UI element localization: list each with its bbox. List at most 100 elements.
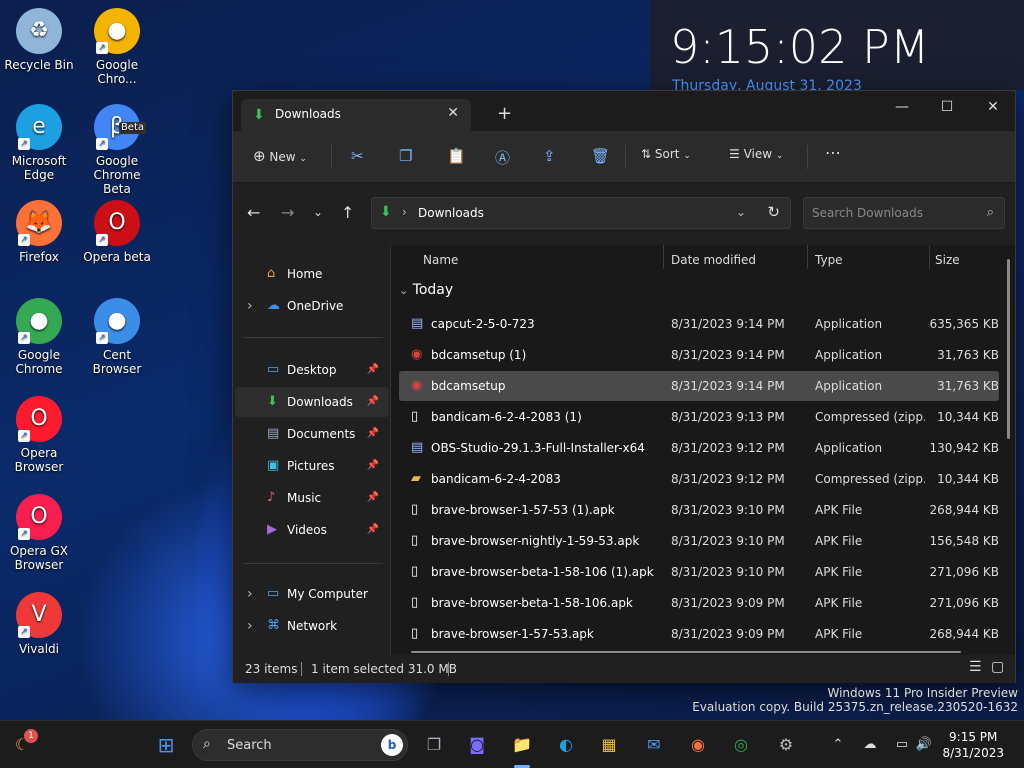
minimize-button[interactable]: — [887, 99, 917, 115]
nav-item-documents[interactable]: ▤ Documents 📌 [235, 419, 389, 449]
nav-item-network[interactable]: › ⌘ Network [235, 611, 389, 641]
desktop-icon[interactable]: V ↗ Vivaldi [0, 592, 78, 656]
mail-icon[interactable]: ✉ [642, 733, 666, 757]
recent-locations-icon[interactable]: ⌄ [313, 205, 323, 219]
desktop-icon[interactable]: O ↗ Opera Browser [0, 396, 78, 474]
desktop-icon[interactable]: ● ↗ Cent Browser [78, 298, 156, 376]
file-explorer-icon[interactable]: 📁 [510, 733, 534, 757]
desktop-icon-label: Recycle Bin [4, 58, 74, 72]
taskbar-search[interactable]: ⌕ Search b [192, 729, 408, 761]
file-date: 8/31/2023 9:14 PM [671, 379, 785, 393]
chevron-right-icon[interactable]: › [247, 579, 253, 609]
desktop-icon[interactable]: e ↗ Microsoft Edge [0, 104, 78, 182]
chrome-icon[interactable]: ◎ [729, 733, 753, 757]
file-row[interactable]: ▯ brave-browser-1-57-53.apk 8/31/2023 9:09… [399, 619, 999, 649]
maximize-button[interactable]: ☐ [932, 99, 962, 115]
desktop-icon[interactable]: ● ↗ Google Chrome [0, 298, 78, 376]
share-icon[interactable]: ⇪ [543, 147, 556, 165]
cut-icon[interactable]: ✂ [351, 147, 364, 165]
vertical-scrollbar[interactable] [1007, 259, 1010, 439]
network-icon[interactable]: ▭ [890, 733, 914, 757]
column-header-date[interactable]: Date modified [671, 245, 756, 275]
address-path[interactable]: Downloads [418, 206, 484, 220]
file-row[interactable]: ▯ brave-browser-1-57-53 (1).apk 8/31/2023 … [399, 495, 999, 525]
nav-divider [243, 563, 383, 564]
horizontal-scrollbar[interactable] [411, 651, 961, 653]
file-size: 635,365 KB [929, 317, 999, 331]
file-row[interactable]: ▯ bandicam-6-2-4-2083 (1) 8/31/2023 9:13 P… [399, 402, 999, 432]
refresh-icon[interactable]: ↻ [767, 203, 780, 221]
file-type: Application [815, 441, 883, 455]
more-options-icon[interactable]: ⋯ [825, 143, 841, 162]
delete-icon[interactable]: 🗑 [591, 147, 610, 165]
column-header-name[interactable]: Name [423, 245, 458, 275]
copy-icon[interactable]: ❐ [399, 147, 412, 165]
task-view-icon[interactable]: ❐ [422, 733, 446, 757]
volume-icon[interactable]: 🔊 [912, 733, 936, 757]
up-icon[interactable]: ↑ [341, 203, 354, 222]
start-icon[interactable]: ⊞ [154, 733, 178, 757]
forward-icon[interactable]: → [281, 203, 294, 222]
desktop-icon[interactable]: O ↗ Opera GX Browser [0, 494, 78, 572]
rename-icon[interactable]: Ⓐ [495, 147, 510, 168]
edge-icon[interactable]: ◐ [554, 733, 578, 757]
taskbar-clock[interactable]: 9:15 PM 8/31/2023 [942, 729, 1004, 761]
desktop-icon[interactable]: 🦊 ↗ Firefox [0, 200, 78, 264]
new-tab-button[interactable]: + [497, 103, 512, 124]
new-label: New [269, 150, 296, 164]
column-header-size[interactable]: Size [935, 245, 960, 275]
search-input[interactable] [804, 198, 974, 228]
nav-item-music[interactable]: ♪ Music 📌 [235, 483, 389, 513]
nav-item-videos[interactable]: ▶ Videos 📌 [235, 515, 389, 545]
desktop-icon-label: Firefox [19, 250, 59, 264]
view-button[interactable]: ☰ View ⌄ [729, 147, 783, 161]
file-row[interactable]: ▯ brave-browser-beta-1-58-106 (1).apk 8/31… [399, 557, 999, 587]
tiles-view-icon[interactable]: ▢ [991, 659, 1004, 675]
file-row[interactable]: ▰ bandicam-6-2-4-2083 8/31/2023 9:12 PM Com… [399, 464, 999, 494]
file-icon: ▯ [411, 595, 419, 610]
file-row[interactable]: ◉ bdcamsetup (1) 8/31/2023 9:14 PM Applicat… [399, 340, 999, 370]
teams-chat-icon[interactable]: ◙ [465, 733, 489, 757]
item-count: 23 items [245, 662, 298, 676]
new-button[interactable]: ⊕ New ⌄ [253, 147, 307, 165]
address-bar[interactable]: ⬇ › Downloads ⌄ ↻ [371, 197, 791, 229]
desktop-icon[interactable]: ♻ Recycle Bin [0, 8, 78, 72]
close-tab-icon[interactable]: ✕ [447, 105, 459, 121]
search-box[interactable]: ⌕ [803, 197, 1005, 229]
column-header-type[interactable]: Type [815, 245, 843, 275]
chevron-right-icon[interactable]: › [247, 291, 253, 321]
chevron-up-icon[interactable]: ⌃ [826, 733, 850, 757]
chevron-down-icon[interactable]: ⌄ [736, 205, 746, 219]
nav-item-home[interactable]: ⌂ Home [235, 259, 389, 289]
nav-label: Documents [287, 427, 356, 441]
desktop-icon[interactable]: O ↗ Opera beta [78, 200, 156, 264]
file-name: brave-browser-1-57-53 (1).apk [431, 503, 615, 517]
paste-icon[interactable]: 📋 [447, 147, 466, 165]
desktop-icon[interactable]: ● ↗ Google Chro... [78, 8, 156, 86]
close-window-button[interactable]: ✕ [978, 99, 1008, 115]
file-row[interactable]: ▤ capcut-2-5-0-723 8/31/2023 9:14 PM Applic… [399, 309, 999, 339]
group-header-today[interactable]: ⌄ Today [399, 275, 453, 305]
back-icon[interactable]: ← [247, 203, 260, 222]
sort-button[interactable]: ⇅ Sort ⌄ [641, 147, 691, 161]
file-row[interactable]: ▯ brave-browser-beta-1-58-106.apk 8/31/202… [399, 588, 999, 618]
store-icon[interactable]: ▦ [597, 733, 621, 757]
nav-item-pictures[interactable]: ▣ Pictures 📌 [235, 451, 389, 481]
nav-item-onedrive[interactable]: › ☁ OneDrive [235, 291, 389, 321]
nav-item-downloads[interactable]: ⬇ Downloads 📌 [235, 387, 389, 417]
firefox-icon[interactable]: ◉ [686, 733, 710, 757]
file-row[interactable]: ▯ brave-browser-nightly-1-59-53.apk 8/31/2… [399, 526, 999, 556]
file-row[interactable]: ◉ bdcamsetup 8/31/2023 9:14 PM Application 3… [399, 371, 999, 401]
chevron-right-icon[interactable]: › [247, 611, 253, 641]
desktop-icon[interactable]: β ↗ Beta Google Chrome Beta [78, 104, 156, 196]
details-view-icon[interactable]: ☰ [969, 659, 982, 675]
file-date: 8/31/2023 9:10 PM [671, 534, 785, 548]
tab-downloads[interactable]: ⬇ Downloads ✕ [241, 99, 471, 131]
nav-item-my-computer[interactable]: › ▭ My Computer [235, 579, 389, 609]
nav-item-desktop[interactable]: ▭ Desktop 📌 [235, 355, 389, 385]
file-row[interactable]: ▤ OBS-Studio-29.1.3-Full-Installer-x64 8/3… [399, 433, 999, 463]
file-icon: ▯ [411, 409, 419, 424]
file-name: bdcamsetup [431, 379, 506, 393]
settings-icon[interactable]: ⚙ [774, 733, 798, 757]
onedrive-status-icon[interactable]: ☁ [858, 733, 882, 757]
